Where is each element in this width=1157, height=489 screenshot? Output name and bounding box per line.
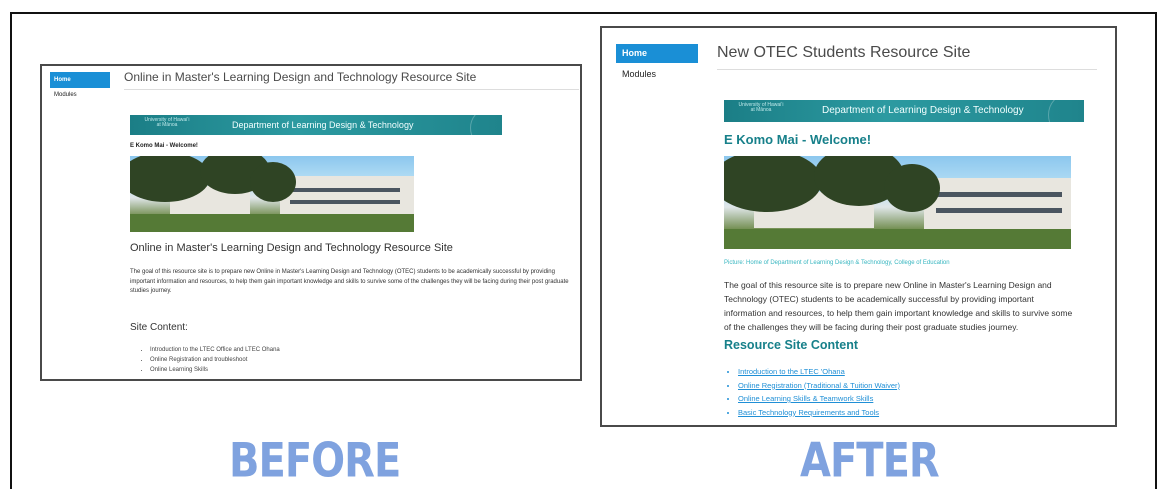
after-label: AFTER — [800, 434, 940, 489]
course-nav: Home Modules — [616, 44, 698, 85]
department-name: Department of Learning Design & Technolo… — [232, 120, 414, 130]
list-item[interactable]: Basic Technology Requirements and Tools — [738, 406, 900, 420]
campus-photo — [724, 156, 1071, 249]
leaf-graphic — [1048, 100, 1084, 122]
list-item: Online Learning Skills — [150, 365, 280, 375]
link-online-registration[interactable]: Online Registration (Traditional & Tuiti… — [738, 381, 900, 390]
campus-photo — [130, 156, 414, 232]
title-divider — [717, 69, 1097, 70]
welcome-greeting: E Komo Mai - Welcome! — [130, 143, 198, 149]
title-divider — [124, 89, 579, 90]
list-item[interactable]: Online Registration (Traditional & Tuiti… — [738, 379, 900, 393]
link-ltec-ohana[interactable]: Introduction to the LTEC 'Ohana — [738, 367, 845, 376]
nav-item-modules[interactable]: Modules — [50, 88, 110, 102]
list-item: Online Registration and troubleshoot — [150, 355, 280, 365]
department-name: Department of Learning Design & Technolo… — [822, 105, 1024, 116]
course-nav: Home Modules — [50, 72, 110, 102]
resource-content-heading: Resource Site Content — [724, 338, 859, 352]
page-title: New OTEC Students Resource Site — [717, 44, 971, 61]
nav-item-modules[interactable]: Modules — [616, 63, 698, 85]
after-screenshot: Home Modules New OTEC Students Resource … — [600, 26, 1117, 427]
nav-item-home[interactable]: Home — [50, 72, 110, 88]
site-subheading: Online in Master's Learning Design and T… — [130, 242, 453, 254]
welcome-heading: E Komo Mai - Welcome! — [724, 132, 872, 147]
link-tech-requirements[interactable]: Basic Technology Requirements and Tools — [738, 408, 879, 417]
site-content-list: Introduction to the LTEC Office and LTEC… — [138, 345, 280, 375]
intro-paragraph: The goal of this resource site is to pre… — [130, 269, 569, 294]
leaf-graphic — [470, 115, 502, 135]
university-name: University of Hawaiʻi at Mānoa — [144, 117, 190, 129]
before-label: BEFORE — [229, 434, 401, 489]
photo-caption: Picture: Home of Department of Learning … — [724, 260, 950, 266]
link-learning-skills[interactable]: Online Learning Skills & Teamwork Skills — [738, 394, 873, 403]
department-banner: University of Hawaiʻi at Mānoa Departmen… — [724, 100, 1084, 122]
list-item[interactable]: Online Learning Skills & Teamwork Skills — [738, 392, 900, 406]
intro-paragraph: The goal of this resource site is to pre… — [724, 280, 1073, 332]
department-banner: University of Hawaiʻi at Mānoa Departmen… — [130, 115, 502, 135]
nav-item-home[interactable]: Home — [616, 44, 698, 63]
list-item[interactable]: Introduction to the LTEC 'Ohana — [738, 365, 900, 379]
page-title: Online in Master's Learning Design and T… — [124, 70, 477, 84]
university-name: University of Hawaiʻi at Mānoa — [738, 102, 784, 114]
resource-link-list: Introduction to the LTEC 'Ohana Online R… — [726, 365, 900, 419]
list-item: Introduction to the LTEC Office and LTEC… — [150, 345, 280, 355]
before-screenshot: Home Modules Online in Master's Learning… — [40, 64, 582, 381]
site-content-heading: Site Content: — [130, 322, 188, 333]
